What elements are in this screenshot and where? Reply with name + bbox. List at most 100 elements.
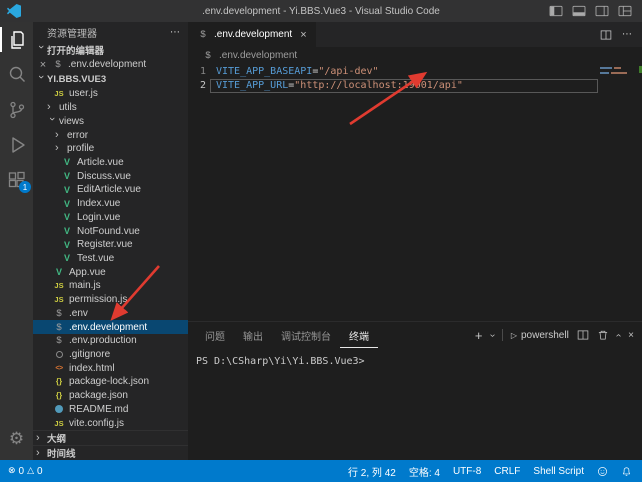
explorer-more-actions-icon[interactable]: ⋯: [170, 27, 180, 38]
chevron-right-icon: ›: [36, 433, 44, 444]
split-editor-icon[interactable]: [600, 29, 612, 41]
tree-item-label: Login.vue: [77, 212, 120, 223]
toggle-secondary-sidebar-icon[interactable]: [595, 5, 609, 17]
js-file-icon: JS: [53, 295, 65, 304]
project-root-header[interactable]: › YI.BBS.VUE3: [33, 72, 188, 87]
terminal-output[interactable]: PS D:\CSharp\Yi\Yi.BBS.Vue3>: [188, 348, 642, 460]
cursor-position[interactable]: 行 2, 列 42: [348, 464, 396, 479]
tree-item-.env[interactable]: $.env: [33, 307, 188, 321]
activity-search-icon[interactable]: [0, 57, 33, 92]
more-actions-icon[interactable]: ⋯: [622, 29, 632, 40]
tree-item-permission.js[interactable]: JSpermission.js: [33, 293, 188, 307]
tree-item-package.json[interactable]: {}package.json: [33, 389, 188, 403]
indentation-status[interactable]: 空格: 4: [409, 464, 440, 479]
tree-item-Register.vue[interactable]: VRegister.vue: [33, 238, 188, 252]
tree-item-README.md[interactable]: README.md: [33, 403, 188, 417]
settings-gear-icon[interactable]: ⚙: [0, 421, 33, 456]
activity-extensions-icon[interactable]: 1: [0, 162, 33, 197]
tree-item-EditArticle.vue[interactable]: VEditArticle.vue: [33, 183, 188, 197]
toggle-panel-icon[interactable]: [572, 5, 586, 17]
tree-item-views[interactable]: ›views: [33, 114, 188, 128]
tree-item-Login.vue[interactable]: VLogin.vue: [33, 210, 188, 224]
gutter: 12: [188, 63, 210, 321]
kill-terminal-icon[interactable]: [597, 329, 609, 341]
chevron-down-icon: ›: [46, 117, 57, 125]
tab-env-development[interactable]: $ .env.development ×: [188, 22, 316, 47]
tree-item-label: package-lock.json: [69, 376, 149, 387]
code-line-1[interactable]: VITE_APP_BASEAPI="/api-dev": [210, 65, 598, 79]
new-terminal-icon[interactable]: +: [475, 328, 483, 343]
terminal-tab-powershell[interactable]: ▷ powershell: [511, 330, 569, 341]
tree-item-utils[interactable]: › utils: [33, 101, 188, 115]
panel-tab-问题[interactable]: 问题: [196, 322, 234, 348]
extensions-badge: 1: [19, 181, 31, 193]
tree-item-Article.vue[interactable]: VArticle.vue: [33, 156, 188, 170]
open-editors-header[interactable]: › 打开的编辑器: [33, 42, 188, 57]
tree-item-App.vue[interactable]: VApp.vue: [33, 265, 188, 279]
close-icon[interactable]: ×: [38, 59, 48, 71]
split-terminal-icon[interactable]: [577, 329, 589, 341]
feedback-smiley-icon[interactable]: [597, 466, 608, 477]
code-editor[interactable]: 12 VITE_APP_BASEAPI="/api-dev"VITE_APP_U…: [188, 63, 642, 321]
sidebar-title: 资源管理器: [47, 25, 97, 40]
close-tab-icon[interactable]: ×: [300, 29, 306, 41]
tree-item-label: utils: [59, 102, 77, 113]
html-file-icon: <>: [53, 365, 65, 372]
js-file-icon: JS: [53, 281, 65, 290]
tree-item-.gitignore[interactable]: .gitignore: [33, 348, 188, 362]
activity-bar-items: 1: [0, 22, 33, 197]
tree-item-label: Index.vue: [77, 198, 120, 209]
panel-tab-输出[interactable]: 输出: [234, 322, 272, 348]
tree-item-Index.vue[interactable]: VIndex.vue: [33, 197, 188, 211]
tree-item-main.js[interactable]: JS main.js: [33, 279, 188, 293]
tree-item-.env.development[interactable]: $.env.development: [33, 320, 188, 334]
vue-file-icon: V: [61, 253, 73, 263]
activity-source-control-icon[interactable]: [0, 92, 33, 127]
language-mode[interactable]: Shell Script: [533, 466, 584, 477]
env-file-icon: $: [52, 59, 64, 70]
outline-section[interactable]: › 大纲: [33, 430, 188, 445]
close-panel-icon[interactable]: ×: [628, 330, 634, 341]
tree-item-.env.production[interactable]: $.env.production: [33, 334, 188, 348]
toggle-sidebar-icon[interactable]: [549, 5, 563, 17]
tree-item-Discuss.vue[interactable]: VDiscuss.vue: [33, 169, 188, 183]
panel-tab-终端[interactable]: 终端: [340, 322, 378, 348]
editor-group: $ .env.development × ⋯ $ .env.developmen…: [188, 22, 642, 460]
breadcrumb[interactable]: $ .env.development: [188, 47, 642, 63]
activity-explorer-icon[interactable]: [0, 22, 33, 57]
tree-item-user.js[interactable]: JSuser.js: [33, 87, 188, 101]
tree-item-error[interactable]: ›error: [33, 128, 188, 142]
terminal-prompt: PS D:\CSharp\Yi\Yi.BBS.Vue3>: [196, 356, 365, 367]
tree-item-label: main.js: [69, 280, 101, 291]
tree-item-label: package.json: [69, 390, 128, 401]
js-file-icon: JS: [53, 419, 65, 428]
problems-status[interactable]: ⊗ 0 △ 0: [8, 466, 43, 477]
panel-tab-调试控制台[interactable]: 调试控制台: [272, 322, 340, 348]
timeline-section[interactable]: › 时间线: [33, 445, 188, 460]
tree-item-label: .env.production: [69, 335, 137, 346]
minimap[interactable]: [598, 63, 642, 321]
encoding-status[interactable]: UTF-8: [453, 466, 481, 477]
activity-run-debug-icon[interactable]: [0, 127, 33, 162]
tree-item-label: .gitignore: [69, 349, 110, 360]
notifications-bell-icon[interactable]: [621, 466, 632, 477]
separator: [502, 329, 503, 341]
customize-layout-icon[interactable]: [618, 5, 632, 17]
tree-item-Test.vue[interactable]: VTest.vue: [33, 252, 188, 266]
tree-item-NotFound.vue[interactable]: VNotFound.vue: [33, 224, 188, 238]
code-line-2[interactable]: VITE_APP_URL="http://localhost:19001/api…: [210, 79, 598, 93]
tree-item-label: Article.vue: [77, 157, 124, 168]
tree-item-index.html[interactable]: <>index.html: [33, 361, 188, 375]
line-number: 1: [188, 65, 206, 79]
vue-file-icon: V: [61, 171, 73, 181]
tree-item-vite.config.js[interactable]: JSvite.config.js: [33, 416, 188, 430]
tree-item-profile[interactable]: ›profile: [33, 142, 188, 156]
open-editor-item[interactable]: × $ .env.development: [33, 57, 188, 72]
gitignore-file-icon: [53, 351, 65, 358]
chevron-right-icon: ›: [47, 102, 55, 113]
maximize-panel-icon[interactable]: ›: [613, 333, 624, 336]
eol-status[interactable]: CRLF: [494, 466, 520, 477]
tree-item-package-lock.json[interactable]: {} package-lock.json: [33, 375, 188, 389]
json-file-icon: {}: [53, 377, 65, 386]
terminal-profile-dropdown-icon[interactable]: ›: [487, 333, 498, 336]
